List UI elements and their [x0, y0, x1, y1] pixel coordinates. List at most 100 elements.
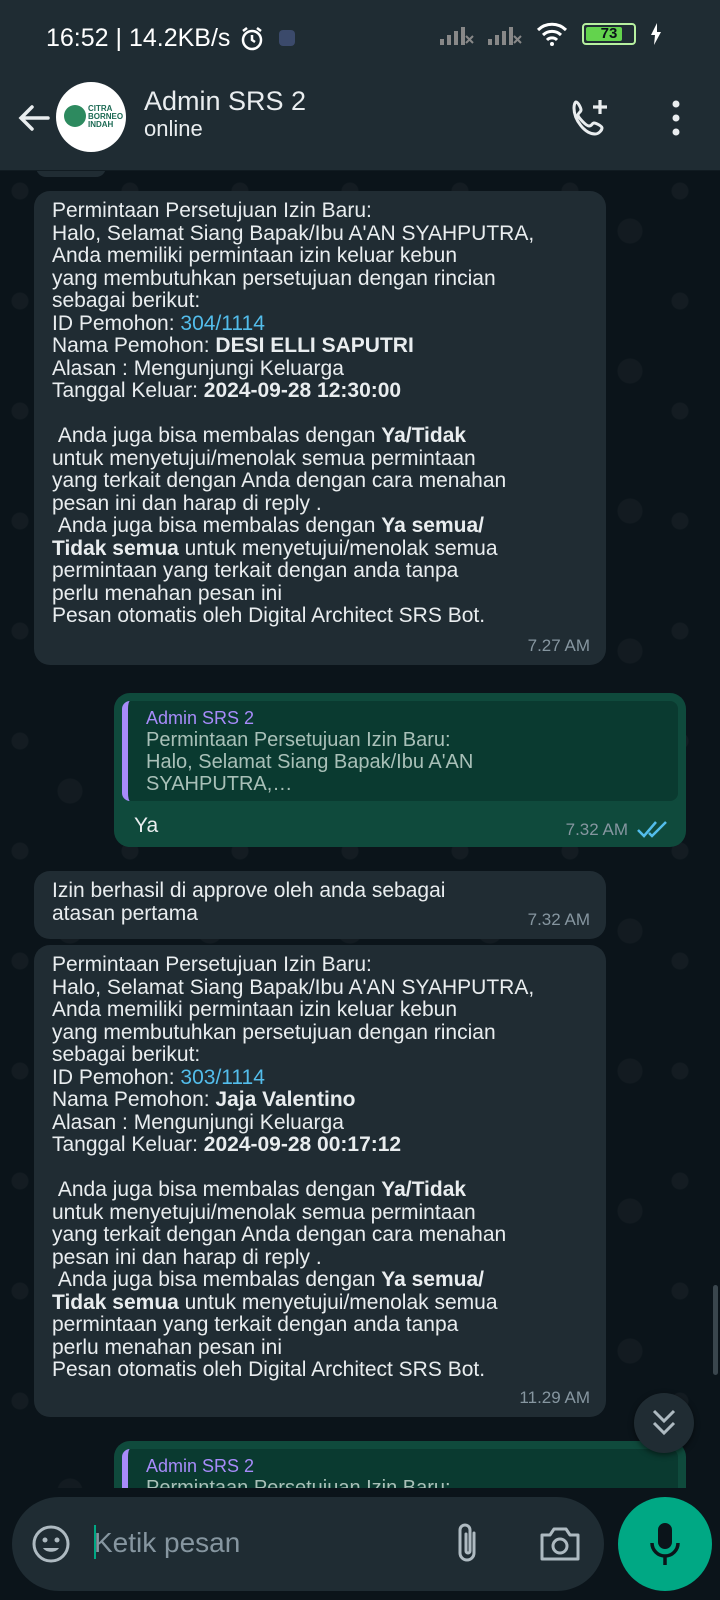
battery-icon: 73	[582, 23, 636, 45]
message-list[interactable]: Permintaan Persetujuan Izin Baru: Halo, S…	[0, 171, 720, 1488]
message-segment: pesan ini dan harap di reply .	[52, 491, 322, 515]
message-segment: untuk menyetujui/menolak semua permintaa…	[52, 446, 476, 470]
add-call-icon[interactable]	[568, 96, 612, 140]
avatar-logo-text: CITRA BORNEO INDAH	[88, 104, 124, 129]
message-line: perlu menahan pesan ini	[52, 1335, 588, 1360]
avatar[interactable]: CITRA BORNEO INDAH	[56, 82, 126, 152]
message-segment: 2024-09-28 12:30:00	[203, 379, 402, 402]
message-line: perlu menahan pesan ini	[52, 581, 588, 606]
quoted-message[interactable]: Admin SRS 2 Permintaan Persetujuan Izin …	[122, 701, 678, 801]
quoted-message[interactable]: Admin SRS 2 Permintaan Persetujuan Izin …	[122, 1449, 678, 1488]
message-line	[52, 1157, 588, 1180]
message-segment: Permintaan Persetujuan Izin Baru:	[52, 953, 372, 976]
message-line: sebagai berikut:	[52, 289, 588, 313]
message-segment: perlu menahan pesan ini	[52, 581, 282, 605]
message-segment: Anda memiliki permintaan izin keluar keb…	[52, 244, 458, 267]
message-segment: Alasan : Mengunjungi Keluarga	[52, 356, 344, 380]
message-link[interactable]: 303/1114	[180, 1066, 264, 1089]
message-text: Permintaan Persetujuan Izin Baru: Halo, S…	[52, 953, 588, 1382]
message-time: 7.32 AM	[527, 909, 590, 929]
message-line: Nama Pemohon: Jaja Valentino	[52, 1088, 588, 1112]
scrollbar[interactable]	[713, 1285, 718, 1375]
outgoing-message[interactable]: Admin SRS 2 Permintaan Persetujuan Izin …	[114, 693, 686, 847]
message-line: Pesan otomatis oleh Digital Architect SR…	[52, 1358, 588, 1382]
message-line: Nama Pemohon: DESI ELLI SAPUTRI	[52, 334, 588, 358]
message-line: yang membutuhkan persetujuan dengan rinc…	[52, 267, 588, 291]
battery-level: 73	[600, 25, 618, 42]
outgoing-message[interactable]: Admin SRS 2 Permintaan Persetujuan Izin …	[114, 1441, 686, 1488]
scroll-to-bottom-button[interactable]	[634, 1393, 694, 1453]
message-line: Izin berhasil di approve oleh anda sebag…	[52, 879, 588, 903]
message-segment: DESI ELLI SAPUTRI	[215, 334, 414, 357]
message-time: 11.29 AM	[519, 1387, 590, 1407]
more-vert-icon[interactable]	[664, 96, 688, 140]
signal-icon	[488, 27, 522, 45]
message-line: yang membutuhkan persetujuan dengan rinc…	[52, 1021, 588, 1045]
quote-author: Admin SRS 2	[146, 1456, 255, 1476]
message-segment: Ya/Tidak	[381, 1178, 467, 1201]
back-arrow-icon[interactable]	[14, 98, 54, 138]
message-segment: permintaan yang terkait dengan anda tanp…	[52, 559, 459, 582]
message-segment: ID Pemohon:	[52, 311, 181, 335]
message-line: permintaan yang terkait dengan anda tanp…	[52, 1313, 588, 1337]
message-segment: Permintaan Persetujuan Izin Baru:	[52, 199, 372, 222]
message-line: Anda juga bisa membalas dengan Ya/Tidak	[52, 424, 588, 448]
message-line: Halo, Selamat Siang Bapak/Ibu A'AN SYAHP…	[52, 222, 588, 246]
message-segment: yang terkait dengan Anda dengan cara men…	[52, 1223, 507, 1246]
company-logo-icon	[64, 105, 86, 127]
message-segment: Anda memiliki permintaan izin keluar keb…	[52, 998, 458, 1021]
contact-status: online	[144, 116, 203, 141]
message-line: yang terkait dengan Anda dengan cara men…	[52, 469, 588, 493]
message-segment: Anda juga bisa membalas dengan	[52, 424, 382, 447]
message-line: permintaan yang terkait dengan anda tanp…	[52, 559, 588, 583]
camera-icon[interactable]	[538, 1523, 582, 1563]
status-indicators: 73	[440, 22, 662, 46]
message-line: Anda juga bisa membalas dengan Ya semua/	[52, 1268, 588, 1292]
signal-icon	[440, 27, 474, 45]
message-segment: ID Pemohon:	[52, 1065, 181, 1089]
message-line: Anda memiliki permintaan izin keluar keb…	[52, 998, 588, 1022]
message-input[interactable]: Ketik pesan	[94, 1527, 240, 1559]
quote-author: Admin SRS 2	[146, 708, 255, 728]
message-segment: Anda juga bisa membalas dengan	[52, 1268, 382, 1291]
message-text: Izin berhasil di approve oleh anda sebag…	[52, 879, 588, 926]
attach-icon[interactable]	[450, 1521, 484, 1567]
contact-name[interactable]: Admin SRS 2	[144, 86, 306, 117]
message-line: Anda memiliki permintaan izin keluar keb…	[52, 244, 588, 268]
message-line: Tidak semua untuk menyetujui/menolak sem…	[52, 537, 588, 561]
message-segment: Nama Pemohon:	[52, 1088, 216, 1111]
message-line: Tidak semua untuk menyetujui/menolak sem…	[52, 1291, 588, 1315]
voice-record-button[interactable]	[618, 1497, 712, 1591]
mic-icon	[650, 1523, 680, 1565]
alarm-icon	[241, 27, 263, 51]
message-line: sebagai berikut:	[52, 1043, 588, 1067]
message-link[interactable]: 304/1114	[180, 312, 264, 335]
message-segment: Tanggal Keluar:	[52, 1133, 204, 1156]
message-line: Alasan : Mengunjungi Keluarga	[52, 356, 588, 381]
message-line: pesan ini dan harap di reply .	[52, 491, 588, 516]
chevron-double-down-icon	[652, 1409, 676, 1436]
message-segment: Anda juga bisa membalas dengan	[52, 1178, 382, 1201]
status-time: 16:52 | 14.2KB/s	[46, 24, 231, 52]
incoming-message[interactable]: Permintaan Persetujuan Izin Baru: Halo, S…	[34, 945, 606, 1417]
message-line: Anda juga bisa membalas dengan Ya semua/	[52, 514, 588, 538]
double-check-icon	[637, 821, 667, 838]
quote-text: Permintaan Persetujuan Izin Baru:	[146, 1477, 451, 1488]
message-segment: Ya semua/	[381, 1268, 484, 1291]
message-line: ID Pemohon: 304/1114	[52, 311, 588, 336]
message-segment: Tanggal Keluar:	[52, 379, 204, 402]
message-segment: sebagai berikut:	[52, 289, 201, 312]
incoming-message[interactable]: Permintaan Persetujuan Izin Baru: Halo, S…	[34, 191, 606, 665]
incoming-message[interactable]: Izin berhasil di approve oleh anda sebag…	[34, 871, 606, 939]
message-line: atasan pertama	[52, 902, 588, 926]
status-bar: 16:52 | 14.2KB/s 73	[0, 0, 720, 78]
message-segment: Nama Pemohon:	[52, 334, 216, 357]
message-segment: sebagai berikut:	[52, 1043, 201, 1066]
message-line: pesan ini dan harap di reply .	[52, 1246, 588, 1270]
emoji-icon[interactable]	[30, 1523, 72, 1565]
message-segment: Jaja Valentino	[215, 1088, 356, 1111]
message-line: yang terkait dengan Anda dengan cara men…	[52, 1223, 588, 1247]
message-text: Permintaan Persetujuan Izin Baru: Halo, S…	[52, 199, 588, 628]
message-segment: Pesan otomatis oleh Digital Architect SR…	[52, 1358, 486, 1381]
message-segment: perlu menahan pesan ini	[52, 1335, 282, 1359]
